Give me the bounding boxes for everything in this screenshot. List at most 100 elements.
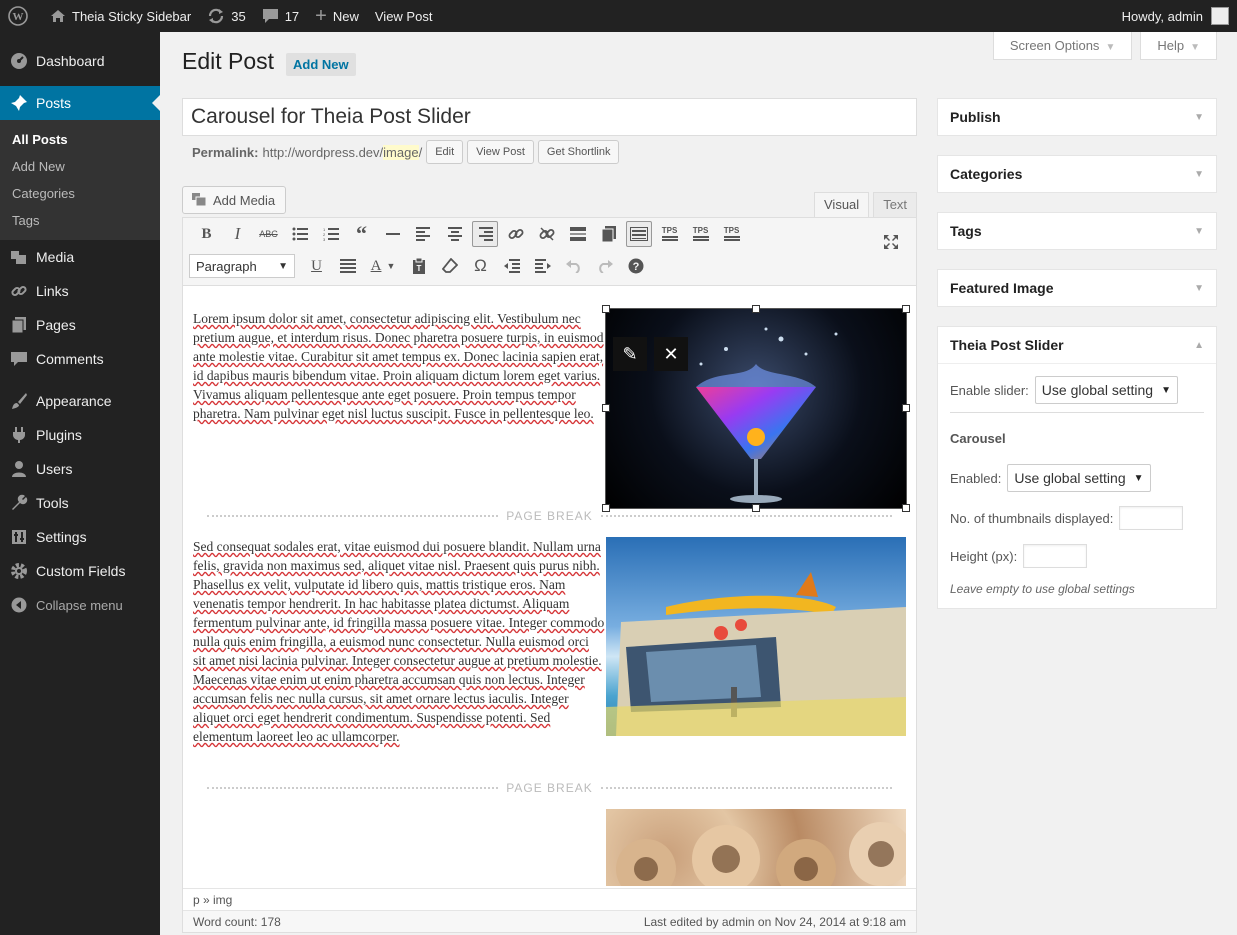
selected-image-cocktail[interactable]: ✎ ✕ xyxy=(605,308,907,509)
strikethrough-button[interactable]: ABC xyxy=(253,220,284,248)
tab-visual[interactable]: Visual xyxy=(814,192,870,218)
redo-icon[interactable] xyxy=(589,252,620,280)
height-label: Height (px): xyxy=(950,548,1018,564)
edit-slug-button[interactable]: Edit xyxy=(426,140,464,164)
view-post-link[interactable]: View Post xyxy=(367,0,441,32)
menu-pages[interactable]: Pages xyxy=(0,308,160,342)
toolbar-toggle-icon[interactable] xyxy=(626,221,652,247)
help-icon[interactable]: ? xyxy=(620,252,651,280)
comments-link[interactable]: 17 xyxy=(254,0,307,32)
unlink-icon[interactable] xyxy=(531,220,562,248)
site-name-link[interactable]: Theia Sticky Sidebar xyxy=(42,0,199,32)
triangle-down-icon[interactable]: ▼ xyxy=(1194,169,1204,180)
updates-link[interactable]: 35 xyxy=(199,0,253,32)
indent-icon[interactable] xyxy=(527,252,558,280)
wordpress-logo[interactable]: W xyxy=(0,0,42,32)
menu-custom-fields[interactable]: Custom Fields xyxy=(0,554,160,588)
help-button[interactable]: Help ▼ xyxy=(1140,32,1217,60)
blockquote-icon[interactable]: “ xyxy=(346,220,377,248)
resize-handle[interactable] xyxy=(602,305,610,313)
bold-button[interactable]: B xyxy=(191,220,222,248)
plugin-icon xyxy=(10,426,28,444)
tps-title-icon[interactable]: TPS xyxy=(685,220,716,248)
page-break-2[interactable]: PAGE BREAK xyxy=(207,781,893,795)
align-right-icon[interactable] xyxy=(472,221,498,247)
collapse-menu[interactable]: Collapse menu xyxy=(0,588,160,622)
paste-as-text-icon[interactable]: T xyxy=(403,252,434,280)
menu-media[interactable]: Media xyxy=(0,240,160,274)
tab-text[interactable]: Text xyxy=(873,192,918,218)
editor-content[interactable]: Lorem ipsum dolor sit amet, consectetur … xyxy=(183,286,916,886)
menu-links[interactable]: Links xyxy=(0,274,160,308)
van-image xyxy=(606,572,906,736)
new-content-link[interactable]: + New xyxy=(307,0,367,32)
screen-options-button[interactable]: Screen Options ▼ xyxy=(992,32,1133,60)
menu-users[interactable]: Users xyxy=(0,452,160,486)
tps-footer-icon[interactable]: TPS xyxy=(716,220,747,248)
tags-box[interactable]: Tags ▼ xyxy=(937,212,1217,250)
post-title-input[interactable]: Carousel for Theia Post Slider xyxy=(182,98,917,136)
format-select-value: Paragraph xyxy=(196,258,257,274)
submenu-add-new[interactable]: Add New xyxy=(0,153,160,180)
triangle-down-icon[interactable]: ▼ xyxy=(1194,226,1204,237)
van-surfboard-image[interactable] xyxy=(606,537,906,736)
editor-tabs: Visual Text xyxy=(814,192,918,218)
edit-image-icon[interactable]: ✎ xyxy=(613,337,647,371)
triangle-down-icon[interactable]: ▼ xyxy=(1194,112,1204,123)
triangle-down-icon[interactable]: ▼ xyxy=(1194,283,1204,294)
align-left-icon[interactable] xyxy=(408,220,439,248)
submenu-categories[interactable]: Categories xyxy=(0,180,160,207)
page-break-icon[interactable] xyxy=(593,220,624,248)
tps-header-icon[interactable]: TPS xyxy=(654,220,685,248)
menu-appearance[interactable]: Appearance xyxy=(0,384,160,418)
format-select[interactable]: Paragraph ▼ xyxy=(189,254,295,278)
categories-box[interactable]: Categories ▼ xyxy=(937,155,1217,193)
fullscreen-icon[interactable] xyxy=(875,228,906,256)
featured-image-box[interactable]: Featured Image ▼ xyxy=(937,269,1217,307)
menu-plugins[interactable]: Plugins xyxy=(0,418,160,452)
wrench-icon xyxy=(10,494,28,512)
bullet-list-icon[interactable] xyxy=(284,220,315,248)
underline-button[interactable]: U xyxy=(301,252,332,280)
height-input[interactable] xyxy=(1023,544,1088,568)
triangle-up-icon[interactable]: ▲ xyxy=(1194,340,1204,351)
view-post-button[interactable]: View Post xyxy=(467,140,534,164)
menu-comments[interactable]: Comments xyxy=(0,342,160,376)
submenu-tags[interactable]: Tags xyxy=(0,207,160,234)
undo-icon[interactable] xyxy=(558,252,589,280)
menu-dashboard[interactable]: Dashboard xyxy=(0,44,160,78)
text-color-icon[interactable]: A ▼ xyxy=(363,252,403,280)
remove-image-icon[interactable]: ✕ xyxy=(654,337,688,371)
seashells-image[interactable] xyxy=(606,809,906,886)
read-more-icon[interactable] xyxy=(562,220,593,248)
permalink-slug[interactable]: image xyxy=(383,144,419,160)
insert-link-icon[interactable] xyxy=(500,220,531,248)
resize-handle[interactable] xyxy=(602,404,610,412)
resize-handle[interactable] xyxy=(752,305,760,313)
get-shortlink-button[interactable]: Get Shortlink xyxy=(537,140,620,164)
resize-handle[interactable] xyxy=(902,504,910,512)
publish-box[interactable]: Publish ▼ xyxy=(937,98,1217,136)
outdent-icon[interactable] xyxy=(496,252,527,280)
numbered-list-icon[interactable]: 123 xyxy=(315,220,346,248)
submenu-all-posts[interactable]: All Posts xyxy=(0,126,160,153)
my-account[interactable]: Howdy, admin xyxy=(1122,7,1237,25)
svg-text:3: 3 xyxy=(323,237,326,241)
enable-slider-select[interactable]: Use global setting ▼ xyxy=(1034,376,1178,404)
special-character-icon[interactable]: Ω xyxy=(465,252,496,280)
menu-settings[interactable]: Settings xyxy=(0,520,160,554)
align-center-icon[interactable] xyxy=(439,220,470,248)
justify-icon[interactable] xyxy=(332,252,363,280)
clear-formatting-icon[interactable] xyxy=(434,252,465,280)
horizontal-line-icon[interactable] xyxy=(377,220,408,248)
resize-handle[interactable] xyxy=(902,404,910,412)
thumbnails-input[interactable] xyxy=(1119,506,1184,530)
menu-posts[interactable]: Posts xyxy=(0,86,160,120)
add-new-button[interactable]: Add New xyxy=(286,53,356,76)
resize-handle[interactable] xyxy=(902,305,910,313)
menu-tools[interactable]: Tools xyxy=(0,486,160,520)
page-break-1[interactable]: PAGE BREAK xyxy=(207,509,893,523)
enabled-select[interactable]: Use global setting ▼ xyxy=(1007,464,1151,492)
add-media-button[interactable]: Add Media xyxy=(182,186,287,214)
italic-button[interactable]: I xyxy=(222,220,253,248)
